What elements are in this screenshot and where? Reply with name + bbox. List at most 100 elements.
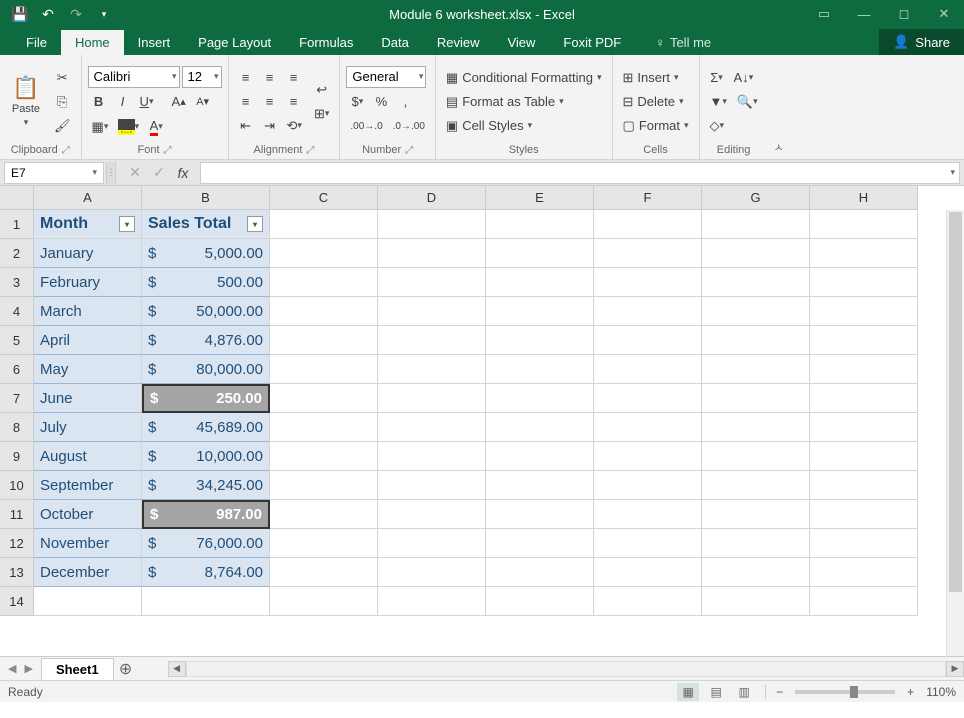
cell-C5[interactable]: [270, 326, 378, 355]
tab-view[interactable]: View: [493, 30, 549, 55]
cell-C8[interactable]: [270, 413, 378, 442]
tab-formulas[interactable]: Formulas: [285, 30, 367, 55]
cell-H5[interactable]: [810, 326, 918, 355]
cell-B4[interactable]: $50,000.00: [142, 297, 270, 326]
cell-B9[interactable]: $10,000.00: [142, 442, 270, 471]
cell-B3[interactable]: $500.00: [142, 268, 270, 297]
cell-A6[interactable]: May: [34, 355, 142, 384]
font-color-button[interactable]: A▾: [145, 116, 167, 138]
format-cells-button[interactable]: ▢Format▾: [619, 115, 693, 137]
format-painter-button[interactable]: 🖌: [50, 115, 75, 137]
shrink-font-button[interactable]: A▾: [192, 91, 214, 113]
row-header-3[interactable]: 3: [0, 268, 34, 297]
cell-G5[interactable]: [702, 326, 810, 355]
number-format-combo[interactable]: General▾: [346, 66, 426, 88]
row-header-12[interactable]: 12: [0, 529, 34, 558]
fill-button[interactable]: ▼▾: [706, 91, 731, 113]
accounting-format-button[interactable]: $▾: [346, 91, 368, 113]
font-name-combo[interactable]: Calibri▾: [88, 66, 180, 88]
align-right-button[interactable]: ≡: [283, 91, 305, 113]
cell-H8[interactable]: [810, 413, 918, 442]
col-header-G[interactable]: G: [702, 186, 810, 210]
cell-H9[interactable]: [810, 442, 918, 471]
cell-E12[interactable]: [486, 529, 594, 558]
tab-file[interactable]: File: [12, 30, 61, 55]
grow-font-button[interactable]: A▴: [168, 91, 190, 113]
row-header-4[interactable]: 4: [0, 297, 34, 326]
tab-home[interactable]: Home: [61, 30, 124, 55]
cell-B14[interactable]: [142, 587, 270, 616]
increase-indent-button[interactable]: ⇥: [259, 115, 281, 137]
number-dialog-launcher[interactable]: ⤢: [405, 145, 413, 156]
align-middle-button[interactable]: ≡: [259, 67, 281, 89]
delete-cells-button[interactable]: ⊟Delete▾: [619, 91, 693, 113]
cell-F7[interactable]: [594, 384, 702, 413]
cell-F6[interactable]: [594, 355, 702, 384]
cell-B10[interactable]: $34,245.00: [142, 471, 270, 500]
cell-D1[interactable]: [378, 210, 486, 239]
cell-C3[interactable]: [270, 268, 378, 297]
cell-G1[interactable]: [702, 210, 810, 239]
cell-G3[interactable]: [702, 268, 810, 297]
cell-F9[interactable]: [594, 442, 702, 471]
cell-A2[interactable]: January: [34, 239, 142, 268]
sheet-nav[interactable]: ◀▶: [0, 657, 41, 680]
cell-E4[interactable]: [486, 297, 594, 326]
cell-A7[interactable]: June: [34, 384, 142, 413]
tab-insert[interactable]: Insert: [124, 30, 185, 55]
cell-A3[interactable]: February: [34, 268, 142, 297]
tab-review[interactable]: Review: [423, 30, 494, 55]
cancel-formula-icon[interactable]: ✕: [124, 162, 146, 184]
tab-data[interactable]: Data: [367, 30, 422, 55]
normal-view-icon[interactable]: ▦: [677, 683, 699, 701]
cell-A9[interactable]: August: [34, 442, 142, 471]
row-header-2[interactable]: 2: [0, 239, 34, 268]
worksheet-grid[interactable]: ABCDEFGH 1234567891011121314 Month▾Sales…: [0, 186, 964, 656]
insert-function-icon[interactable]: fx: [172, 162, 194, 184]
sheet-tab-sheet1[interactable]: Sheet1: [41, 658, 114, 680]
cell-A14[interactable]: [34, 587, 142, 616]
cell-F12[interactable]: [594, 529, 702, 558]
cell-B11[interactable]: $987.00: [142, 500, 270, 529]
cell-B1[interactable]: Sales Total▾: [142, 210, 270, 239]
cell-G4[interactable]: [702, 297, 810, 326]
cell-E7[interactable]: [486, 384, 594, 413]
clear-button[interactable]: ◇▾: [706, 115, 729, 137]
alignment-dialog-launcher[interactable]: ⤢: [306, 145, 314, 156]
cell-C10[interactable]: [270, 471, 378, 500]
cell-C4[interactable]: [270, 297, 378, 326]
cell-E3[interactable]: [486, 268, 594, 297]
font-size-combo[interactable]: 12▾: [182, 66, 222, 88]
cell-H13[interactable]: [810, 558, 918, 587]
cell-E10[interactable]: [486, 471, 594, 500]
minimize-icon[interactable]: —: [844, 0, 884, 28]
redo-icon[interactable]: ↷: [64, 3, 88, 25]
cell-E6[interactable]: [486, 355, 594, 384]
cell-G14[interactable]: [702, 587, 810, 616]
cell-G13[interactable]: [702, 558, 810, 587]
align-center-button[interactable]: ≡: [259, 91, 281, 113]
maximize-icon[interactable]: ◻: [884, 0, 924, 28]
col-header-D[interactable]: D: [378, 186, 486, 210]
row-header-10[interactable]: 10: [0, 471, 34, 500]
format-as-table-button[interactable]: ▤Format as Table▾: [442, 91, 606, 113]
cell-A1[interactable]: Month▾: [34, 210, 142, 239]
cut-button[interactable]: ✂: [50, 67, 75, 89]
cell-B5[interactable]: $4,876.00: [142, 326, 270, 355]
tab-page-layout[interactable]: Page Layout: [184, 30, 285, 55]
percent-format-button[interactable]: %: [370, 91, 392, 113]
cell-A10[interactable]: September: [34, 471, 142, 500]
zoom-level[interactable]: 110%: [926, 685, 956, 699]
cell-E5[interactable]: [486, 326, 594, 355]
cell-E2[interactable]: [486, 239, 594, 268]
borders-button[interactable]: ▦▾: [88, 116, 113, 138]
cell-F14[interactable]: [594, 587, 702, 616]
scroll-right-icon[interactable]: ▶: [946, 661, 964, 677]
row-header-8[interactable]: 8: [0, 413, 34, 442]
collapse-ribbon-icon[interactable]: ㅅ: [768, 55, 790, 159]
cell-C2[interactable]: [270, 239, 378, 268]
cell-C7[interactable]: [270, 384, 378, 413]
scroll-left-icon[interactable]: ◀: [168, 661, 186, 677]
share-button[interactable]: 👤Share: [879, 29, 964, 55]
cell-F11[interactable]: [594, 500, 702, 529]
